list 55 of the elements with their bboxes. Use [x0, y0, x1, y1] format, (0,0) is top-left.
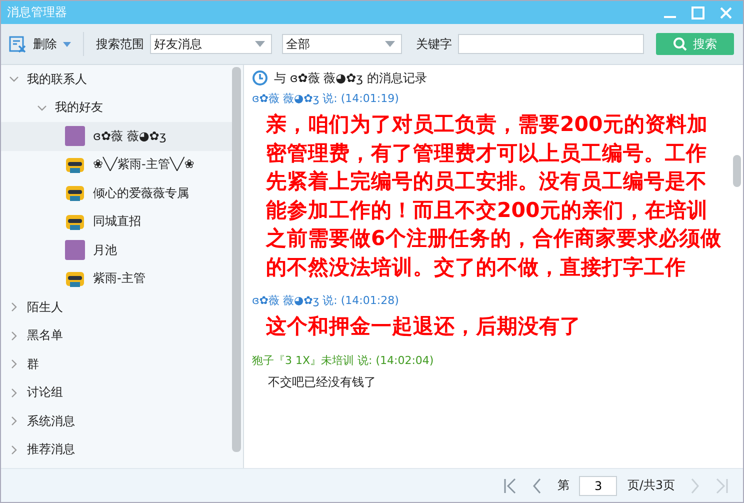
delete-button[interactable]: 删除 [7, 33, 73, 55]
contact-item[interactable]: 月池 [1, 236, 232, 264]
window-title: 消息管理器 [7, 4, 67, 21]
robot-avatar-icon [65, 183, 85, 204]
tree-group[interactable]: 黑名单 [1, 322, 232, 350]
message-text: 亲，咱们为了对员工负责，需要200元的资料加密管理费，有了管理费才可以上员工编号。工作先紧着上完编号的员工安排。没有员工编号是不能参加工作的！而且不交200元的亲们，在培训之前需要做6个注册任务的，合作商家要求必须做的不然没法培训。交了的不做，直接打字工作 [264, 111, 722, 280]
page-label: 第 [557, 477, 570, 494]
chevron-right-icon[interactable] [9, 359, 19, 370]
scrollbar-thumb[interactable] [733, 155, 741, 187]
caret-icon [255, 41, 265, 47]
tree-group[interactable]: 陌生人 [1, 293, 232, 322]
page-field[interactable]: 3 [579, 476, 618, 496]
chevron-right-icon[interactable] [9, 416, 19, 426]
caret-icon [385, 41, 395, 47]
contact-item[interactable]: ɞ✿薇 薇◕✿ʒ [1, 122, 232, 150]
avatar-photo [65, 126, 85, 146]
contact-item[interactable]: 紫雨-主管 [1, 264, 232, 293]
first-page-icon[interactable] [503, 478, 518, 494]
message-sender: ɞ✿薇 薇◕✿ʒ 说: (14:01:28) [252, 293, 400, 308]
caret-icon [63, 42, 71, 46]
tree-group[interactable]: 讨论组 [1, 378, 232, 407]
maximize-icon[interactable] [691, 6, 705, 20]
message-sender: 狍子『3 1X』未培训 说: (14:02:04) [252, 352, 435, 368]
tree-group[interactable]: 群 [1, 350, 232, 378]
page-total: 页/共3页 [627, 477, 675, 494]
delete-list-icon [9, 35, 27, 53]
tree-group[interactable]: 推荐消息 [1, 436, 232, 464]
message-sender: ɞ✿薇 薇◕✿ʒ 说: (14:01:19) [252, 91, 400, 106]
chevron-right-icon[interactable] [9, 388, 19, 398]
history-title: 与 ɞ✿薇 薇◕✿ʒ 的消息记录 [274, 70, 427, 86]
tree-group[interactable]: 我的联系人 [1, 65, 232, 94]
clock-icon [252, 70, 268, 86]
message-text: 这个和押金一起退还，后期没有了 [265, 313, 582, 340]
chevron-right-icon[interactable] [9, 444, 19, 455]
scope-label: 搜索范围 [96, 36, 144, 52]
chevron-down-icon[interactable] [37, 102, 47, 113]
tree-group[interactable]: 我的好友 [1, 94, 232, 122]
contact-item[interactable]: ❀╲╱紫雨-主管╲╱❀ [1, 150, 232, 179]
chevron-right-icon[interactable] [9, 330, 19, 341]
search-icon [673, 37, 687, 51]
chevron-down-icon[interactable] [9, 74, 19, 84]
message-text: 不交吧已经没有钱了 [267, 374, 377, 390]
keyword-label: 关键字 [416, 36, 452, 52]
contact-item[interactable]: 倾心的爱薇薇专属 [1, 179, 232, 208]
next-page-icon[interactable] [689, 478, 701, 494]
keyword-field[interactable] [458, 34, 644, 54]
tree-group[interactable]: 系统消息 [1, 407, 232, 436]
dropdown[interactable]: 好友消息 [150, 34, 272, 54]
contact-item[interactable]: 同城直招 [1, 208, 232, 236]
avatar-photo [65, 240, 85, 260]
chevron-right-icon[interactable] [9, 302, 19, 312]
dropdown[interactable]: 全部 [282, 34, 402, 54]
close-icon[interactable] [719, 6, 733, 20]
previous-page-icon[interactable] [531, 478, 544, 494]
last-page-icon[interactable] [715, 478, 729, 494]
